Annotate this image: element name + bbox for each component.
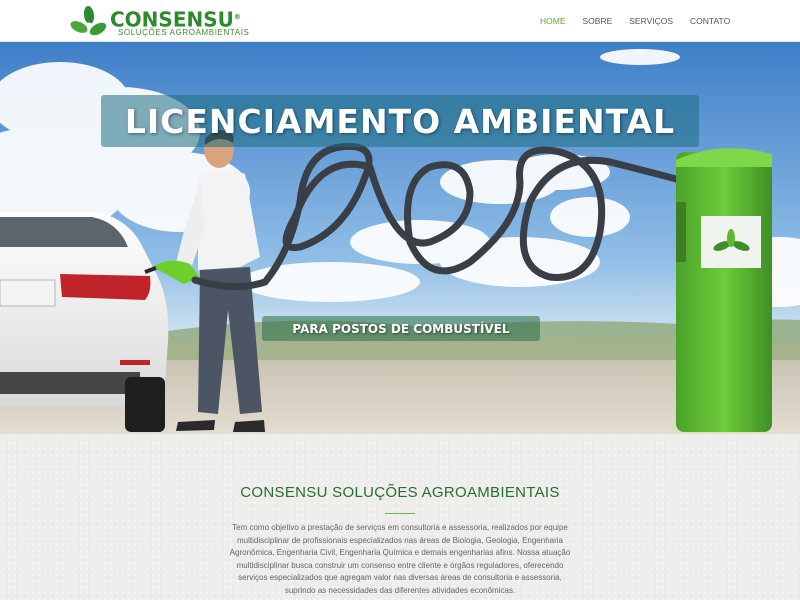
main-nav: HOME SOBRE SERVIÇOS CONTATO <box>540 0 747 42</box>
about-section: CONSENSU SOLUÇÕES AGROAMBIENTAIS Tem com… <box>0 434 800 600</box>
leaf-logo-icon <box>70 6 107 36</box>
hero-subtitle-box: PARA POSTOS DE COMBUSTÍVEL <box>262 316 540 341</box>
nav-item-contato[interactable]: CONTATO <box>690 16 730 26</box>
nav-item-home[interactable]: HOME <box>540 16 566 26</box>
brand-logo[interactable]: CONSENSU® SOLUÇÕES AGROAMBIENTAIS <box>70 5 249 39</box>
title-divider <box>385 513 415 514</box>
nav-item-sobre[interactable]: SOBRE <box>583 16 613 26</box>
brand-tagline: SOLUÇÕES AGROAMBIENTAIS <box>118 28 250 37</box>
hero-subtitle: PARA POSTOS DE COMBUSTÍVEL <box>292 321 510 336</box>
hero-title-box: LICENCIAMENTO AMBIENTAL <box>101 95 699 147</box>
hero-title: LICENCIAMENTO AMBIENTAL <box>124 101 676 141</box>
top-navbar: CONSENSU® SOLUÇÕES AGROAMBIENTAIS HOME S… <box>0 0 800 42</box>
fuel-pump-image <box>676 148 772 432</box>
about-text: Tem como objetivo a prestação de serviço… <box>229 523 571 595</box>
hero-banner: LICENCIAMENTO AMBIENTAL PARA POSTOS DE C… <box>0 42 800 434</box>
brand-name: CONSENSU® <box>110 7 241 32</box>
about-title: CONSENSU SOLUÇÕES AGROAMBIENTAIS <box>240 484 560 501</box>
nav-item-servicos[interactable]: SERVIÇOS <box>629 16 673 26</box>
